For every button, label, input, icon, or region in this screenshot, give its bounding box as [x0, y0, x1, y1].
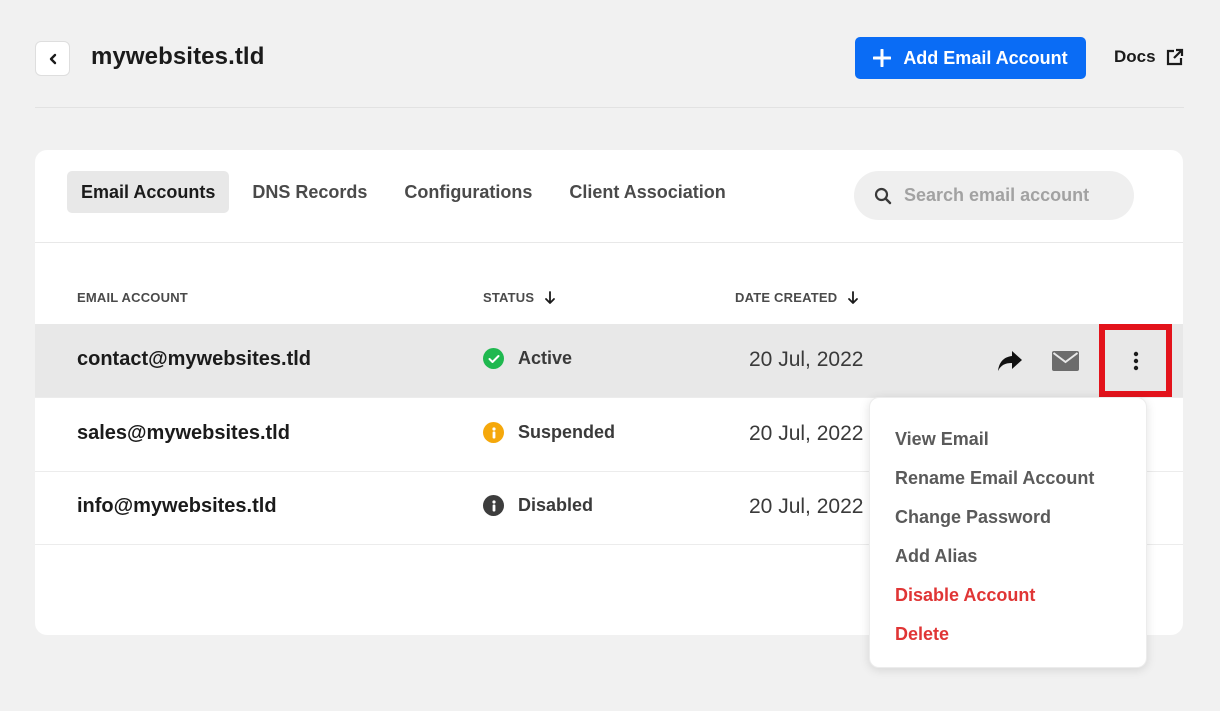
column-header-date-label: DATE CREATED: [735, 290, 838, 305]
forward-icon[interactable]: [995, 346, 1025, 376]
table-row[interactable]: contact@mywebsites.tld Active 20 Jul, 20…: [35, 324, 1183, 398]
search-icon: [874, 187, 892, 204]
tab-email-accounts[interactable]: Email Accounts: [67, 171, 230, 213]
status-label: Active: [518, 348, 573, 368]
kebab-menu-button[interactable]: [1099, 324, 1172, 397]
page-title: mywebsites.tld: [91, 43, 265, 70]
tab-dns-records[interactable]: DNS Records: [238, 171, 381, 213]
page-header: mywebsites.tld Add Email Account Docs: [35, 37, 1184, 81]
column-header-email-label: EMAIL ACCOUNT: [77, 290, 188, 305]
docs-label: Docs: [1114, 47, 1156, 66]
date-created: 20 Jul, 2022: [749, 422, 864, 445]
tabs-divider: [35, 242, 1183, 243]
kebab-menu-icon: [1133, 351, 1138, 370]
menu-item-delete[interactable]: Delete: [870, 615, 1146, 654]
column-header-email: EMAIL ACCOUNT: [77, 290, 188, 305]
search-box: [854, 171, 1134, 220]
email-address: info@mywebsites.tld: [77, 495, 277, 517]
back-button[interactable]: [35, 41, 70, 76]
menu-item-change-password[interactable]: Change Password: [870, 498, 1146, 537]
menu-item-view-email[interactable]: View Email: [870, 420, 1146, 459]
check-circle-icon: [483, 348, 504, 369]
column-header-status-label: STATUS: [483, 290, 535, 305]
status-label: Suspended: [518, 422, 616, 442]
row-context-menu: View Email Rename Email Account Change P…: [869, 397, 1147, 668]
mail-icon[interactable]: [1049, 346, 1081, 376]
menu-item-rename-email-account[interactable]: Rename Email Account: [870, 459, 1146, 498]
menu-item-disable-account[interactable]: Disable Account: [870, 576, 1146, 615]
date-created: 20 Jul, 2022: [749, 348, 864, 371]
plus-icon: [873, 49, 892, 67]
sort-down-icon: [545, 290, 556, 304]
status-badge: Active: [483, 348, 572, 369]
status-badge: Disabled: [483, 495, 593, 516]
column-header-date[interactable]: DATE CREATED: [735, 290, 859, 305]
status-badge: Suspended: [483, 422, 615, 443]
column-header-status[interactable]: STATUS: [483, 290, 556, 305]
add-email-account-button[interactable]: Add Email Account: [855, 37, 1086, 79]
chevron-left-icon: [49, 53, 56, 64]
email-address: contact@mywebsites.tld: [77, 348, 312, 370]
info-warning-icon: [483, 422, 504, 443]
tab-bar: Email Accounts DNS Records Configuration…: [67, 171, 749, 213]
status-label: Disabled: [518, 495, 594, 515]
info-icon: [483, 495, 504, 516]
external-link-icon: [1166, 48, 1183, 66]
docs-link[interactable]: Docs: [1114, 47, 1184, 67]
date-created: 20 Jul, 2022: [749, 495, 864, 518]
search-input[interactable]: [904, 185, 1124, 206]
email-address: sales@mywebsites.tld: [77, 422, 290, 444]
sort-down-icon: [848, 290, 859, 304]
add-email-account-label: Add Email Account: [903, 47, 1068, 68]
menu-item-add-alias[interactable]: Add Alias: [870, 537, 1146, 576]
tab-client-association[interactable]: Client Association: [555, 171, 739, 213]
tab-configurations[interactable]: Configurations: [390, 171, 546, 213]
header-divider: [35, 107, 1184, 108]
